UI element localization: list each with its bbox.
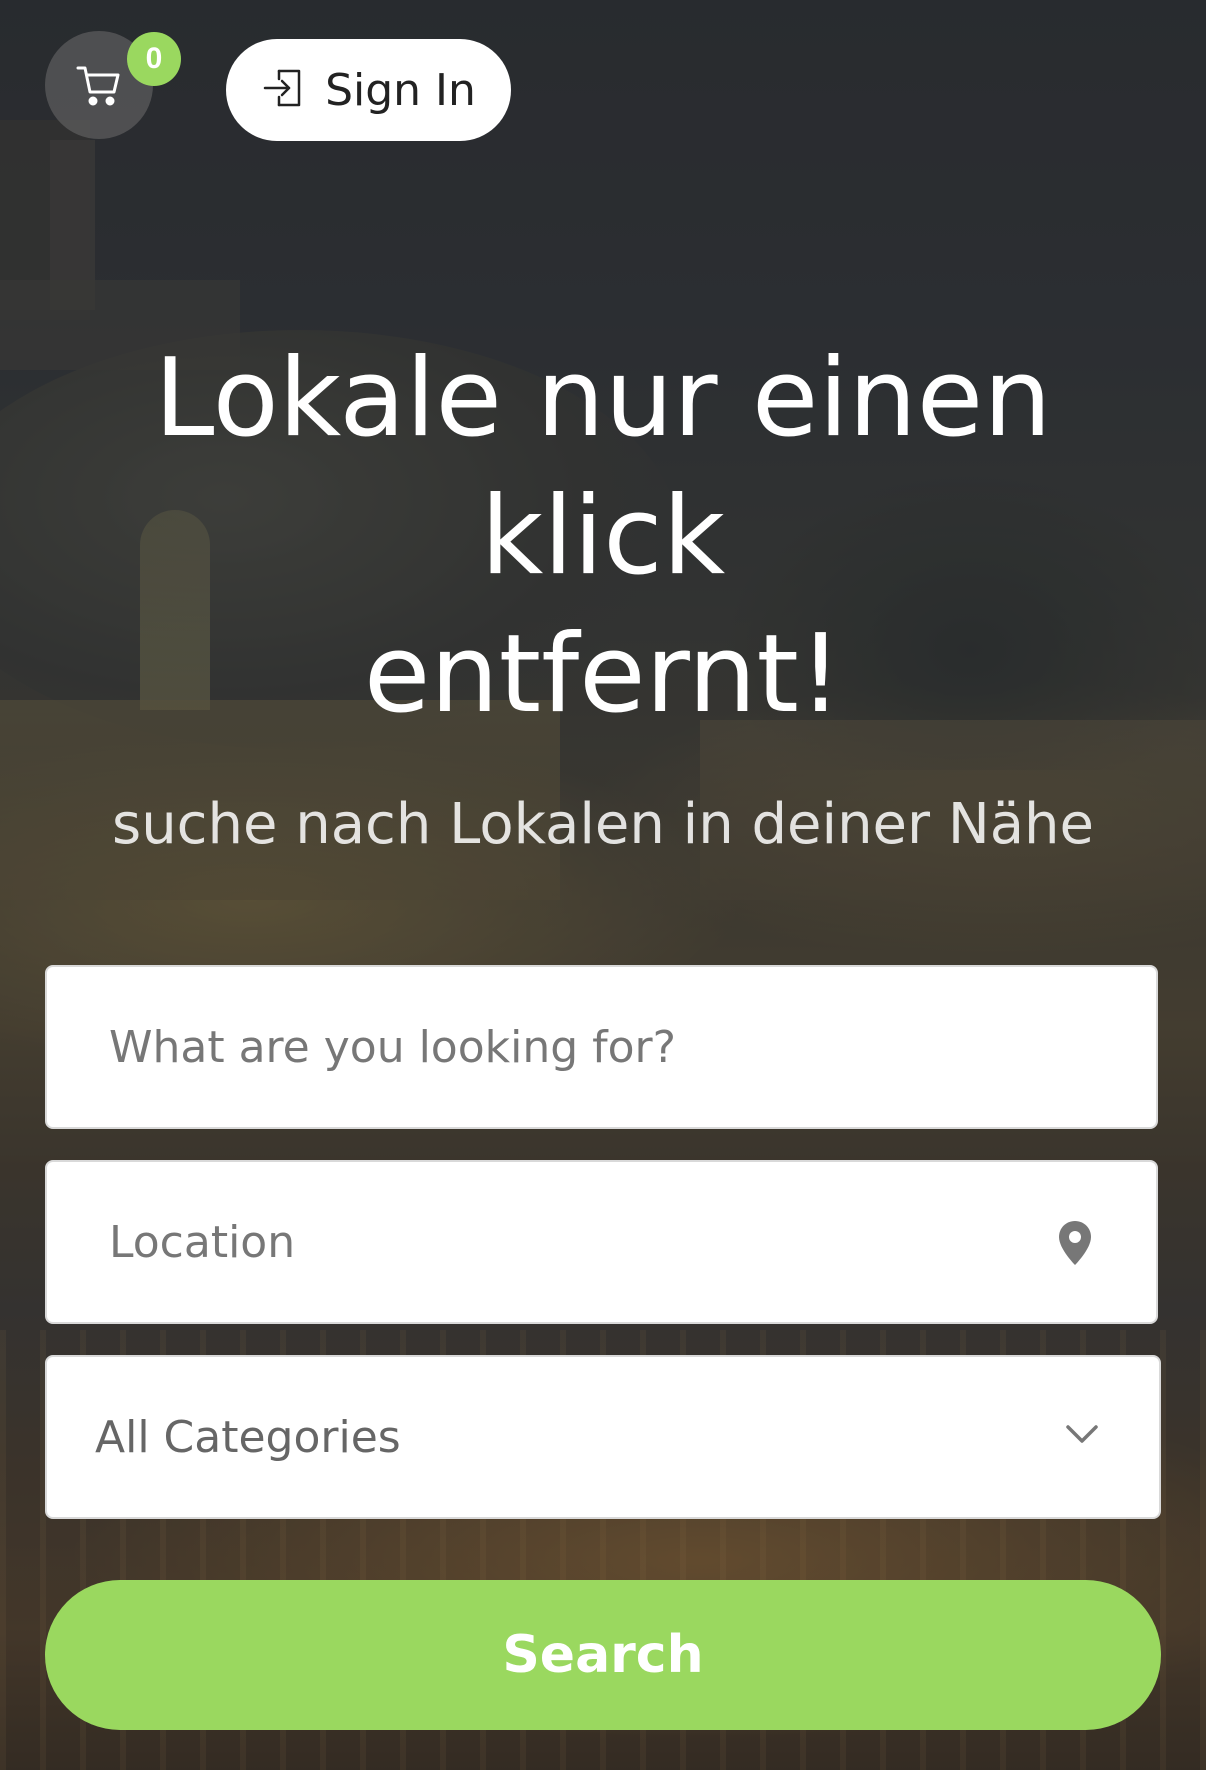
sign-in-button[interactable]: Sign In bbox=[226, 39, 511, 141]
app-screen: 0 Sign In Lokale nur einen klick entfern… bbox=[0, 0, 1206, 1770]
chevron-down-icon bbox=[1065, 1423, 1099, 1449]
hero-subtitle: suche nach Lokalen in deiner Nähe bbox=[112, 792, 1094, 857]
category-selected-value: All Categories bbox=[95, 1411, 401, 1463]
hero-title-line: Lokale nur einen bbox=[154, 336, 1052, 461]
search-button[interactable]: Search bbox=[45, 1580, 1161, 1730]
map-pin-icon[interactable] bbox=[1058, 1220, 1092, 1270]
location-input[interactable] bbox=[47, 1162, 1156, 1322]
hero-title-line: klick bbox=[480, 474, 726, 599]
sign-in-icon bbox=[261, 65, 307, 115]
hero-title-line: entfernt! bbox=[363, 612, 843, 737]
cart-count-badge: 0 bbox=[127, 32, 181, 86]
hero-title: Lokale nur einen klick entfernt! bbox=[0, 330, 1206, 744]
keyword-input[interactable] bbox=[47, 967, 1156, 1127]
category-select[interactable]: All Categories bbox=[45, 1355, 1161, 1519]
keyword-field bbox=[45, 965, 1158, 1129]
sign-in-label: Sign In bbox=[325, 64, 476, 116]
shopping-cart-icon bbox=[74, 60, 124, 110]
location-field bbox=[45, 1160, 1158, 1324]
